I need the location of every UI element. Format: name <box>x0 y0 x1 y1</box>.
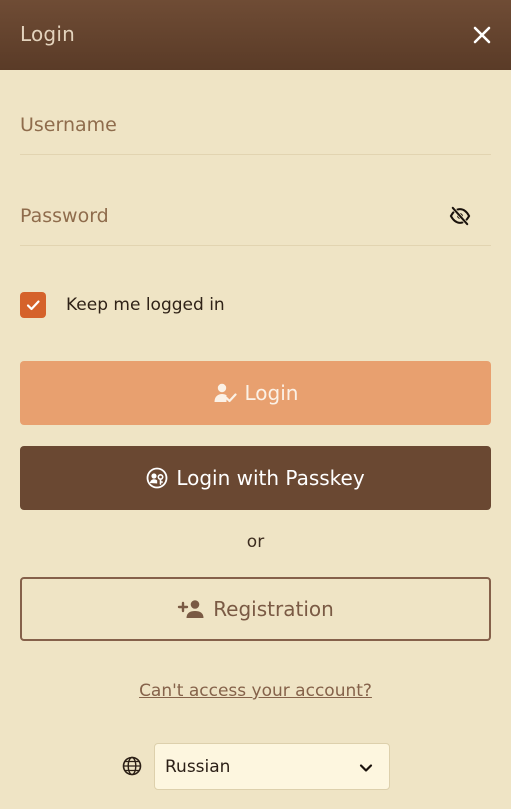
login-button-label: Login <box>244 381 299 405</box>
password-input[interactable] <box>20 186 440 245</box>
or-separator: or <box>246 532 265 552</box>
language-selected-value: Russian <box>165 757 231 777</box>
language-select[interactable]: Russian <box>154 743 390 790</box>
login-button[interactable]: Login <box>20 361 491 425</box>
username-input[interactable] <box>20 95 440 154</box>
keep-logged-in-row: Keep me logged in <box>20 292 320 320</box>
login-dialog: Login Keep me logged in <box>0 0 511 809</box>
username-field-container <box>20 95 491 155</box>
cant-access-account-link[interactable]: Can't access your account? <box>0 681 511 701</box>
eye-slash-icon[interactable] <box>449 206 471 226</box>
user-plus-icon <box>177 599 205 619</box>
passkey-icon <box>146 467 168 489</box>
passkey-button-label: Login with Passkey <box>176 466 365 490</box>
close-icon[interactable] <box>471 24 493 46</box>
keep-logged-in-checkbox[interactable] <box>20 292 46 318</box>
globe-icon <box>122 756 142 776</box>
password-field-container <box>20 186 491 246</box>
registration-button-label: Registration <box>213 597 334 621</box>
registration-button[interactable]: Registration <box>20 577 491 641</box>
dialog-header: Login <box>0 0 511 70</box>
chevron-down-icon <box>359 760 373 774</box>
checkmark-icon <box>26 300 40 311</box>
dialog-title: Login <box>20 22 75 46</box>
user-check-icon <box>213 382 237 404</box>
login-with-passkey-button[interactable]: Login with Passkey <box>20 446 491 510</box>
keep-logged-in-label[interactable]: Keep me logged in <box>66 295 225 315</box>
